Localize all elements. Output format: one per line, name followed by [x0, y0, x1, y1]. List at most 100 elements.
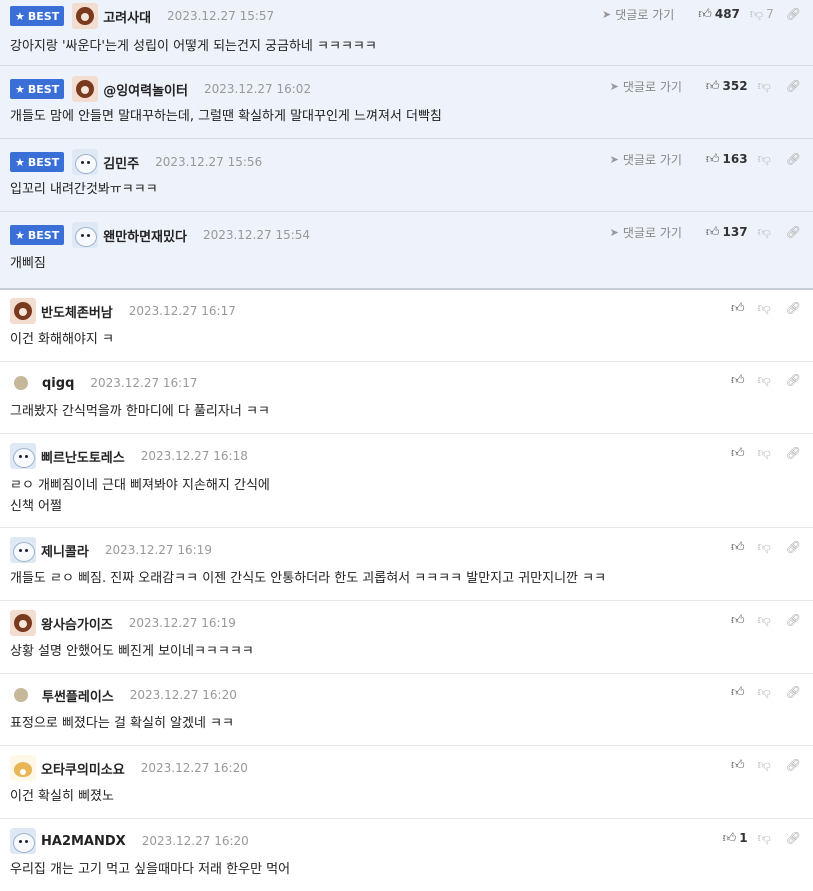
timestamp: 2023.12.27 16:20 [141, 834, 249, 848]
thumb-up-icon: 👍︎ [730, 612, 745, 628]
link-icon[interactable]: 🔗︎ [786, 7, 801, 21]
thumb-up-icon: 👍︎ [730, 300, 745, 316]
reply-link[interactable]: ➤ 댓글로 가기 [602, 6, 674, 23]
upvote-button[interactable]: 👍︎ [731, 446, 748, 461]
avatar[interactable] [10, 443, 36, 469]
downvote-button[interactable]: 👎︎ [758, 152, 774, 167]
nickname[interactable]: 왕사슴가이즈 [41, 614, 113, 633]
upvote-button[interactable]: 👍︎ [731, 373, 748, 388]
best-label: BEST [27, 155, 60, 169]
comment-text: 상황 설명 안했어도 삐진게 보이네ㅋㅋㅋㅋㅋ [10, 644, 254, 659]
comment-meta: 오타쿠의미소요 2023.12.27 16:20 [10, 755, 248, 781]
upvote-button[interactable]: 👍︎ [731, 301, 748, 316]
timestamp: 2023.12.27 16:18 [140, 449, 248, 463]
downvote-button[interactable]: 👎︎ [758, 685, 774, 700]
comment-meta: 왕사슴가이즈 2023.12.27 16:19 [10, 610, 236, 636]
reply-label: 댓글로 가기 [622, 225, 682, 240]
upvote-count: 352 [722, 79, 748, 93]
comment-text: 표정으로 삐졌다는 걸 확실히 알겠네 ㅋㅋ [10, 716, 234, 731]
avatar[interactable] [14, 688, 28, 702]
thumb-down-icon: 👎︎ [757, 445, 771, 461]
comment-item: 투썬플레이스 2023.12.27 16:20 👍︎ 👎︎ 🔗︎ 표정으로 삐졌… [0, 674, 813, 746]
comment-actions: 👍︎ 👎︎ 🔗︎ [721, 298, 801, 318]
avatar[interactable] [10, 537, 36, 563]
avatar[interactable] [72, 222, 99, 248]
upvote-button[interactable]: 👍︎ 487 [698, 7, 740, 22]
upvote-button[interactable]: 👍︎ [731, 685, 748, 700]
upvote-button[interactable]: 👍︎ 137 [706, 225, 748, 240]
avatar[interactable] [14, 376, 28, 390]
comment-text: 입꼬리 내려간것봐ㅠㅋㅋㅋ [10, 182, 158, 197]
link-icon[interactable]: 🔗︎ [786, 831, 801, 845]
star-icon: ★ [15, 82, 25, 96]
avatar[interactable] [10, 610, 36, 636]
best-label: BEST [27, 228, 60, 242]
timestamp: 2023.12.27 15:56 [155, 155, 263, 169]
nickname[interactable]: 김민주 [103, 153, 139, 172]
link-icon[interactable]: 🔗︎ [786, 373, 801, 387]
nickname[interactable]: HA2MANDX [41, 834, 126, 849]
best-badge: ★ BEST [10, 152, 65, 172]
nickname[interactable]: 고려사대 [103, 7, 151, 26]
comment-meta: ★ BEST 김민주 2023.12.27 15:56 [10, 149, 262, 175]
comment-item: ★ BEST 왠만하면재밌다 2023.12.27 15:54 ➤ 댓글로 가기 👍… [0, 212, 813, 290]
reply-link[interactable]: ➤ 댓글로 가기 [610, 78, 682, 95]
thumb-up-icon: 👍︎ [730, 445, 745, 461]
upvote-button[interactable]: 👍︎ [731, 613, 748, 628]
upvote-button[interactable]: 👍︎ [731, 540, 748, 555]
downvote-button[interactable]: 👎︎ [758, 758, 774, 773]
nickname[interactable]: 투썬플레이스 [42, 686, 114, 705]
downvote-button[interactable]: 👎︎ [758, 225, 774, 240]
thumb-down-icon: 👎︎ [757, 224, 771, 240]
best-badge: ★ BEST [10, 225, 65, 245]
downvote-button[interactable]: 👎︎ [758, 831, 774, 846]
avatar[interactable] [10, 755, 36, 781]
nickname[interactable]: 왠만하면재밌다 [103, 226, 187, 245]
comment-meta: 반도체존버남 2023.12.27 16:17 [10, 298, 236, 324]
link-icon[interactable]: 🔗︎ [786, 152, 801, 166]
comment-actions: 👍︎ 👎︎ 🔗︎ [721, 755, 801, 775]
downvote-button[interactable]: 👎︎ [758, 301, 774, 316]
link-icon[interactable]: 🔗︎ [786, 758, 801, 772]
comment-item: HA2MANDX 2023.12.27 16:20 👍︎ 1 👎︎ 🔗︎ 우리집 … [0, 819, 813, 891]
downvote-button[interactable]: 👎︎ [758, 79, 774, 94]
nickname[interactable]: @잉여력놀이터 [103, 80, 188, 99]
link-icon[interactable]: 🔗︎ [786, 446, 801, 460]
avatar[interactable] [10, 828, 36, 854]
comment-actions: 👍︎ 👎︎ 🔗︎ [721, 682, 801, 702]
upvote-button[interactable]: 👍︎ [731, 758, 748, 773]
upvote-button[interactable]: 👍︎ 163 [706, 152, 748, 167]
downvote-button[interactable]: 👎︎ 7 [750, 7, 774, 22]
upvote-button[interactable]: 👍︎ 1 [723, 831, 748, 846]
nickname[interactable]: 오타쿠의미소요 [41, 759, 125, 778]
downvote-button[interactable]: 👎︎ [758, 446, 774, 461]
link-icon[interactable]: 🔗︎ [786, 685, 801, 699]
downvote-button[interactable]: 👎︎ [758, 373, 774, 388]
link-icon[interactable]: 🔗︎ [786, 301, 801, 315]
link-icon[interactable]: 🔗︎ [786, 540, 801, 554]
nickname[interactable]: 반도체존버남 [41, 302, 113, 321]
avatar[interactable] [72, 149, 99, 175]
comment-text: 개삐짐 [10, 256, 46, 271]
link-icon[interactable]: 🔗︎ [786, 79, 801, 93]
timestamp: 2023.12.27 15:54 [202, 228, 311, 242]
comment-meta: 제니콜라 2023.12.27 16:19 [10, 537, 212, 563]
timestamp: 2023.12.27 16:17 [128, 304, 236, 318]
link-icon[interactable]: 🔗︎ [786, 613, 801, 627]
downvote-button[interactable]: 👎︎ [758, 540, 774, 555]
best-label: BEST [27, 9, 60, 23]
nickname[interactable]: qigq [42, 376, 74, 391]
nickname[interactable]: 제니콜라 [41, 541, 89, 560]
reply-link[interactable]: ➤ 댓글로 가기 [610, 224, 682, 241]
avatar[interactable] [72, 3, 99, 29]
upvote-button[interactable]: 👍︎ 352 [706, 79, 748, 94]
link-icon[interactable]: 🔗︎ [786, 225, 801, 239]
avatar[interactable] [72, 76, 99, 102]
downvote-button[interactable]: 👎︎ [758, 613, 774, 628]
reply-link[interactable]: ➤ 댓글로 가기 [610, 151, 682, 168]
nickname[interactable]: 삐르난도토레스 [41, 447, 125, 466]
comment-item: ★ BEST 고려사대 2023.12.27 15:57 ➤ 댓글로 가기 👍︎ 48… [0, 0, 813, 66]
timestamp: 2023.12.27 16:20 [129, 688, 237, 702]
avatar[interactable] [10, 298, 36, 324]
downvote-count: 7 [766, 7, 774, 21]
